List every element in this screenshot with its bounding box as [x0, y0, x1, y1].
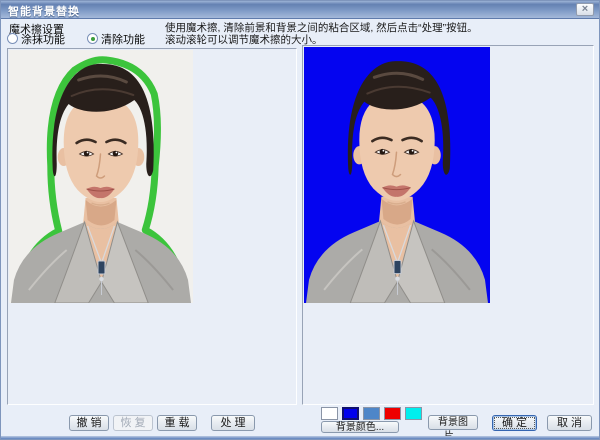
radio-smear-label: 涂抹功能	[21, 31, 65, 47]
result-photo-panel	[302, 45, 594, 405]
undo-button[interactable]: 撤 销	[69, 415, 109, 431]
result-photo-preview	[304, 47, 490, 303]
swatch-red[interactable]	[384, 407, 401, 420]
smart-background-replace-dialog: 智能背景替换 × 魔术擦设置 涂抹功能 清除功能 使用魔术擦, 清除前景和背景之…	[0, 0, 600, 440]
window-title: 智能背景替换	[8, 3, 80, 19]
swatch-blue[interactable]	[342, 407, 359, 420]
original-photo-canvas[interactable]	[9, 50, 193, 303]
background-color-button[interactable]: 背景颜色...	[321, 421, 399, 433]
redo-button[interactable]: 恢 复	[113, 415, 153, 431]
original-photo-panel	[7, 48, 297, 405]
cancel-button[interactable]: 取 消	[547, 415, 592, 431]
reload-button[interactable]: 重 载	[157, 415, 197, 431]
swatch-white[interactable]	[321, 407, 338, 420]
background-image-button[interactable]: 背景图片...	[428, 415, 478, 430]
ok-button[interactable]: 确 定	[492, 415, 537, 431]
instruction-line-1: 使用魔术擦, 清除前景和背景之间的粘合区域, 然后点击“处理”按钮。	[165, 22, 478, 34]
radio-smear-mode[interactable]: 涂抹功能	[7, 32, 65, 45]
instruction-text: 使用魔术擦, 清除前景和背景之间的粘合区域, 然后点击“处理”按钮。 滚动滚轮可…	[165, 22, 478, 46]
process-button[interactable]: 处 理	[211, 415, 255, 431]
radio-icon	[7, 33, 18, 44]
radio-erase-mode[interactable]: 清除功能	[87, 32, 145, 45]
swatch-steel-blue[interactable]	[363, 407, 380, 420]
title-bar: 智能背景替换 ×	[1, 1, 599, 19]
focus-ring	[495, 418, 534, 428]
close-icon[interactable]: ×	[576, 3, 594, 16]
dialog-bottom-frame	[1, 436, 599, 439]
radio-selected-icon	[87, 33, 98, 44]
swatch-cyan[interactable]	[405, 407, 422, 420]
radio-erase-label: 清除功能	[101, 31, 145, 47]
